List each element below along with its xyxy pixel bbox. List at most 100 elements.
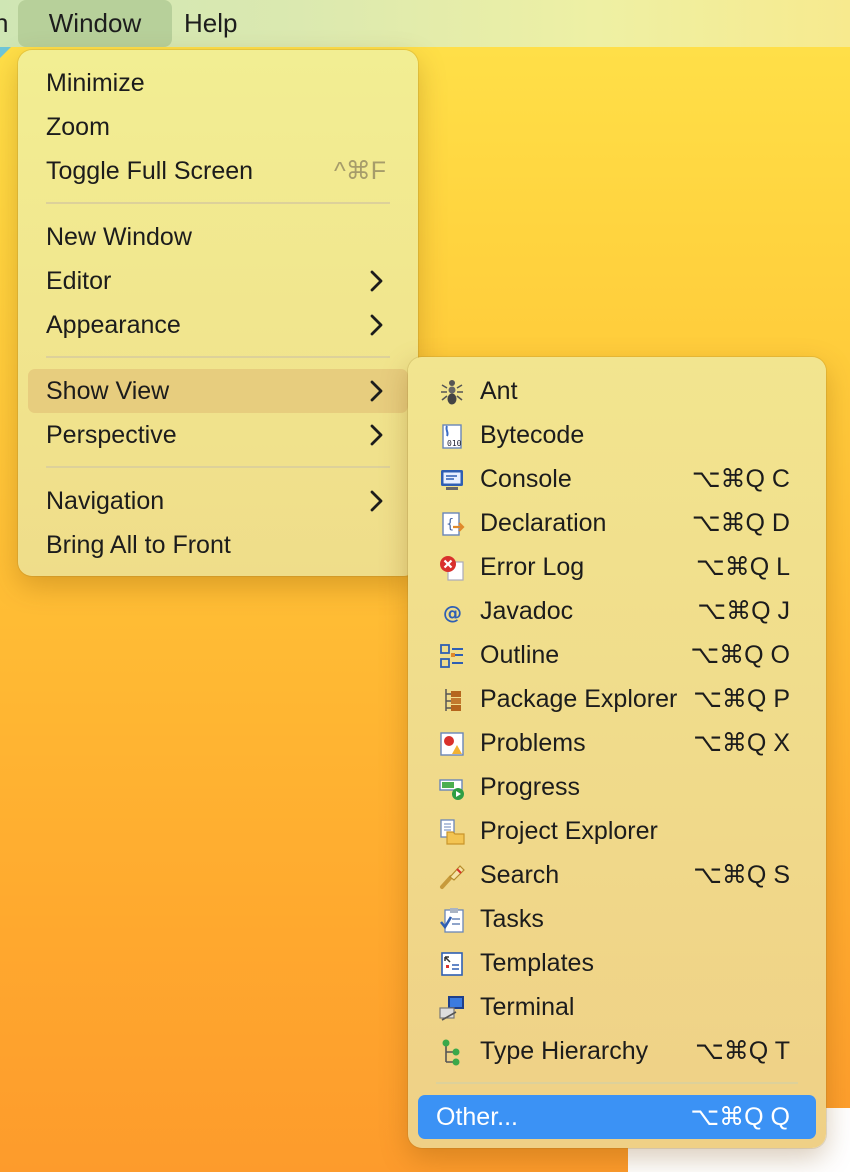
menu-item-shortcut: ⌥⌘Q O	[690, 641, 790, 669]
menu-item-shortcut: ⌥⌘Q P	[693, 685, 790, 713]
menu-item-error-log[interactable]: Error Log ⌥⌘Q L	[418, 545, 816, 589]
menu-item-label: Problems	[480, 729, 586, 757]
menu-item-label: New Window	[46, 223, 192, 251]
show-view-submenu: Ant 010 Bytecode Console ⌥⌘Q C { Declarat…	[408, 357, 826, 1148]
javadoc-icon: @	[443, 602, 462, 624]
type-hierarchy-icon	[442, 1039, 460, 1066]
menubar-item-window[interactable]: Window	[18, 0, 172, 47]
menu-item-label: Type Hierarchy	[480, 1037, 649, 1065]
menu-item-label: Navigation	[46, 487, 165, 515]
menu-item-label: Zoom	[46, 113, 110, 141]
ant-icon	[441, 380, 463, 405]
menu-item-bring-all-to-front[interactable]: Bring All to Front	[28, 523, 408, 567]
menu-item-shortcut: ⌥⌘Q T	[694, 1037, 790, 1065]
menu-item-label: Outline	[480, 641, 560, 669]
menu-item-shortcut: ⌥⌘Q S	[693, 861, 790, 889]
menu-item-label: Tasks	[480, 905, 544, 933]
menu-item-appearance[interactable]: Appearance	[28, 303, 408, 347]
menubar-item-help[interactable]: Help	[184, 0, 237, 47]
menu-item-navigation[interactable]: Navigation	[28, 479, 408, 523]
menu-item-label: Minimize	[46, 69, 145, 97]
chevron-right-icon	[370, 270, 383, 292]
menu-separator	[46, 466, 390, 468]
menu-item-new-window[interactable]: New Window	[28, 215, 408, 259]
menu-item-bytecode[interactable]: 010 Bytecode	[418, 413, 816, 457]
menu-item-minimize[interactable]: Minimize	[28, 61, 408, 105]
menu-item-label: Appearance	[46, 311, 181, 339]
menu-item-label: Perspective	[46, 421, 177, 449]
menu-item-other[interactable]: Other... ⌥⌘Q Q	[418, 1095, 816, 1139]
menu-item-declaration[interactable]: { Declaration ⌥⌘Q D	[418, 501, 816, 545]
menu-item-templates[interactable]: Templates	[418, 941, 816, 985]
menu-item-label: Error Log	[480, 553, 585, 581]
svg-text:{: {	[446, 517, 454, 532]
menubar-item-prev[interactable]: n	[0, 0, 8, 47]
menu-item-shortcut: ⌥⌘Q L	[695, 553, 790, 581]
menu-item-terminal[interactable]: Terminal	[418, 985, 816, 1029]
menu-item-console[interactable]: Console ⌥⌘Q C	[418, 457, 816, 501]
menu-item-ant[interactable]: Ant	[418, 369, 816, 413]
outline-icon	[440, 644, 463, 668]
menu-item-label: Show View	[46, 377, 170, 405]
menu-item-label: Package Explorer	[480, 685, 678, 713]
menu-item-editor[interactable]: Editor	[28, 259, 408, 303]
project-explorer-icon	[440, 819, 465, 845]
menu-item-label: Console	[480, 465, 572, 493]
menu-item-tasks[interactable]: Tasks	[418, 897, 816, 941]
tasks-icon	[439, 908, 464, 933]
menu-item-project-explorer[interactable]: Project Explorer	[418, 809, 816, 853]
menu-item-label: Progress	[480, 773, 581, 801]
menu-separator	[46, 356, 390, 358]
chevron-right-icon	[370, 490, 383, 512]
menu-item-shortcut: ⌥⌘Q Q	[690, 1103, 790, 1131]
menu-item-label: Other...	[436, 1103, 518, 1131]
menu-item-shortcut: ⌥⌘Q X	[693, 729, 790, 757]
console-icon	[441, 470, 463, 490]
menu-item-shortcut: ⌥⌘Q J	[697, 597, 790, 625]
menu-item-toggle-full-screen[interactable]: Toggle Full Screen ^⌘F	[28, 149, 408, 193]
menubar-item-label: Window	[48, 8, 142, 38]
menubar-item-label: n	[0, 8, 9, 38]
menu-item-label: Toggle Full Screen	[46, 157, 254, 185]
menu-bar: n Window Help	[0, 0, 850, 47]
menu-item-outline[interactable]: Outline ⌥⌘Q O	[418, 633, 816, 677]
menu-item-javadoc[interactable]: @ Javadoc ⌥⌘Q J	[418, 589, 816, 633]
menu-item-label: Bytecode	[480, 421, 585, 449]
bytecode-icon: 010	[442, 424, 462, 449]
desktop-corner	[0, 46, 12, 58]
menu-item-zoom[interactable]: Zoom	[28, 105, 408, 149]
menu-separator	[46, 202, 390, 204]
menu-item-label: Declaration	[480, 509, 607, 537]
search-icon	[440, 865, 465, 889]
menu-item-perspective[interactable]: Perspective	[28, 413, 408, 457]
chevron-right-icon	[370, 314, 383, 336]
problems-icon	[440, 732, 464, 756]
progress-icon	[439, 779, 464, 800]
error-log-icon	[440, 556, 464, 581]
menu-item-label: Javadoc	[480, 597, 574, 625]
menu-item-package-explorer[interactable]: Package Explorer ⌥⌘Q P	[418, 677, 816, 721]
menu-item-search[interactable]: Search ⌥⌘Q S	[418, 853, 816, 897]
menu-item-progress[interactable]: Progress	[418, 765, 816, 809]
window-menu: Minimize Zoom Toggle Full Screen ^⌘F New …	[18, 50, 418, 576]
menu-item-show-view[interactable]: Show View	[28, 369, 408, 413]
chevron-right-icon	[370, 424, 383, 446]
menu-item-shortcut: ^⌘F	[333, 157, 386, 185]
templates-icon	[441, 952, 463, 976]
menu-item-shortcut: ⌥⌘Q C	[691, 465, 790, 493]
menu-item-label: Editor	[46, 267, 112, 295]
menu-separator	[436, 1082, 798, 1084]
menu-item-label: Bring All to Front	[46, 531, 231, 559]
declaration-icon: {	[442, 512, 465, 536]
menu-item-label: Templates	[480, 949, 594, 977]
menu-item-label: Project Explorer	[480, 817, 658, 845]
menu-item-label: Terminal	[480, 993, 575, 1021]
menu-item-shortcut: ⌥⌘Q D	[691, 509, 790, 537]
svg-text:010: 010	[447, 439, 462, 448]
menubar-item-label: Help	[184, 8, 238, 38]
menu-item-label: Ant	[480, 377, 518, 405]
package-explorer-icon	[445, 689, 461, 711]
menu-item-problems[interactable]: Problems ⌥⌘Q X	[418, 721, 816, 765]
terminal-icon	[439, 996, 464, 1021]
menu-item-type-hierarchy[interactable]: Type Hierarchy ⌥⌘Q T	[418, 1029, 816, 1073]
